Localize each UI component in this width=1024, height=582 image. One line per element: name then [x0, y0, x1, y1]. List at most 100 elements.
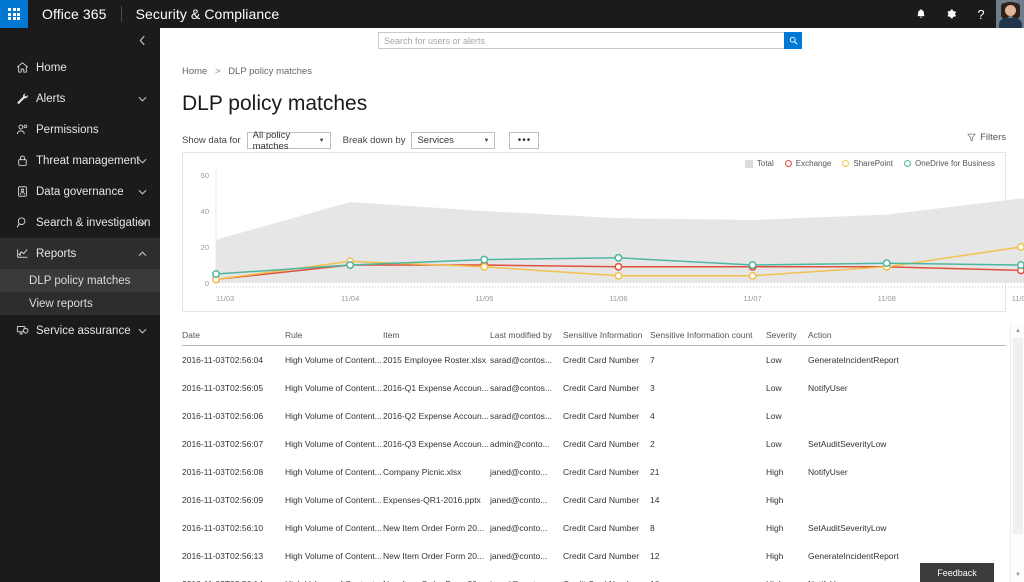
- cell-action: GenerateIncidentReport: [808, 355, 899, 365]
- sidebar-item-service-assurance[interactable]: Service assurance: [0, 315, 160, 346]
- column-header-sensitive-information-count[interactable]: Sensitive Information count: [650, 324, 766, 346]
- cell-sensitive-information-count: 12: [650, 551, 660, 561]
- cell-date: 2016-11-03T02:56:08: [182, 467, 264, 477]
- cell-rule: High Volume of Content...: [285, 383, 382, 393]
- table-row[interactable]: 2016-11-03T02:56:13 High Volume of Conten…: [182, 542, 1006, 570]
- sidebar-subitem-label: DLP policy matches: [29, 274, 131, 287]
- search-input[interactable]: [378, 32, 784, 49]
- break-down-by-select[interactable]: Services ▼: [411, 132, 496, 149]
- cell-date: 2016-11-03T02:56:06: [182, 411, 264, 421]
- cell-action: [808, 486, 1006, 514]
- svg-text:11/07: 11/07: [743, 294, 761, 303]
- svg-text:11/05: 11/05: [475, 294, 493, 303]
- sidebar-item-home[interactable]: Home: [0, 52, 160, 83]
- app-launcher-button[interactable]: [0, 0, 28, 28]
- app-name-label[interactable]: Security & Compliance: [122, 6, 280, 22]
- main-content: Home > DLP policy matches DLP policy mat…: [160, 52, 1024, 582]
- table-row[interactable]: 2016-11-03T02:56:08 High Volume of Conten…: [182, 458, 1006, 486]
- cell-severity: Low: [766, 439, 782, 449]
- table-row[interactable]: 2016-11-03T02:56:06 High Volume of Conten…: [182, 402, 1006, 430]
- table-row[interactable]: 2016-11-03T02:56:07 High Volume of Conten…: [182, 430, 1006, 458]
- sidebar: Home Alerts Permissions Threat managemen…: [0, 28, 160, 582]
- cell-date: 2016-11-03T02:56:10: [182, 523, 264, 533]
- column-header-last-modified-by[interactable]: Last modified by: [490, 324, 563, 346]
- show-data-for-select[interactable]: All policy matches ▼: [246, 130, 331, 152]
- lock-icon: [16, 154, 36, 167]
- sidebar-item-data-governance[interactable]: Data governance: [0, 176, 160, 207]
- svg-text:20: 20: [201, 243, 209, 252]
- sidebar-item-reports[interactable]: Reports: [0, 238, 160, 269]
- scroll-up-button[interactable]: ▲: [1011, 324, 1024, 338]
- column-header-severity[interactable]: Severity: [766, 324, 808, 346]
- cell-sensitive-information-count: 18: [650, 570, 766, 582]
- sidebar-item-search-investigation[interactable]: Search & investigation: [0, 207, 160, 238]
- sidebar-subitem-label: View reports: [29, 297, 93, 310]
- cell-item: Expenses-QR1-2016.pptx: [383, 495, 481, 505]
- more-options-button[interactable]: •••: [509, 132, 540, 149]
- cell-sensitive-information-count: 21: [650, 467, 660, 477]
- cell-sensitive-information-count: 7: [650, 355, 655, 365]
- column-header-rule[interactable]: Rule: [285, 324, 383, 346]
- cell-rule: High Volume of Content...: [285, 570, 383, 582]
- cell-date: 2016-11-03T02:56:09: [182, 495, 264, 505]
- feedback-button[interactable]: Feedback: [920, 563, 994, 582]
- table-vertical-scrollbar[interactable]: ▲ ▼: [1010, 324, 1024, 582]
- cell-item: New Item Order Form 20...: [383, 523, 485, 533]
- cell-sensitive-information: Credit Card Number: [563, 439, 640, 449]
- avatar[interactable]: [996, 0, 1024, 28]
- sidebar-item-permissions[interactable]: Permissions: [0, 114, 160, 145]
- chevron-down-icon: [138, 186, 147, 198]
- cell-action: NotifyUser: [808, 383, 848, 393]
- people-icon: [16, 123, 36, 136]
- search-button[interactable]: [784, 32, 802, 49]
- cell-last-modified-by: admin@conto...: [490, 439, 550, 449]
- alert-wrench-icon: [16, 92, 36, 105]
- cell-severity: Low: [766, 383, 782, 393]
- cell-last-modified-by: janed@conto...: [490, 551, 548, 561]
- cell-rule: High Volume of Content...: [285, 523, 382, 533]
- table-header-row: Date Rule Item Last modified by Sensitiv…: [182, 324, 1006, 346]
- sidebar-collapse-button[interactable]: [0, 28, 160, 52]
- cell-sensitive-information: Credit Card Number: [563, 570, 650, 582]
- settings-button[interactable]: [936, 0, 966, 28]
- notifications-button[interactable]: [906, 0, 936, 28]
- table-row[interactable]: 2016-11-03T02:56:05 High Volume of Conten…: [182, 374, 1006, 402]
- break-down-by-label: Break down by: [342, 135, 406, 146]
- cell-severity: High: [766, 467, 784, 477]
- scroll-down-button[interactable]: ▼: [1011, 568, 1024, 582]
- report-controls: Show data for All policy matches ▼ Break…: [160, 116, 1024, 152]
- cell-last-modified-by: janed@conto...: [490, 467, 548, 477]
- funnel-icon: [967, 133, 976, 142]
- help-button[interactable]: ?: [966, 0, 996, 28]
- sidebar-item-dlp-policy-matches[interactable]: DLP policy matches: [0, 269, 160, 292]
- dlp-chart-card: Total Exchange SharePoint OneDrive for B…: [182, 152, 1024, 312]
- sidebar-item-view-reports[interactable]: View reports: [0, 292, 160, 315]
- office-brand-label[interactable]: Office 365: [28, 6, 121, 22]
- filters-button[interactable]: Filters: [967, 132, 1006, 143]
- table-row[interactable]: 2016-11-03T02:56:09 High Volume of Conten…: [182, 486, 1006, 514]
- column-header-item[interactable]: Item: [383, 324, 490, 346]
- cell-last-modified-by: janed@conto...: [490, 495, 548, 505]
- breadcrumb-separator: >: [214, 66, 221, 77]
- cell-severity: Low: [766, 411, 782, 421]
- sidebar-item-alerts[interactable]: Alerts: [0, 83, 160, 114]
- chevron-down-icon: [138, 217, 147, 229]
- cell-severity: High: [766, 523, 784, 533]
- svg-text:11/06: 11/06: [609, 294, 627, 303]
- table-row[interactable]: 2016-11-03T02:56:04 High Volume of Conten…: [182, 346, 1006, 375]
- sidebar-item-threat-management[interactable]: Threat management: [0, 145, 160, 176]
- column-header-action[interactable]: Action: [808, 324, 1006, 346]
- breadcrumb-home[interactable]: Home: [182, 66, 207, 77]
- scrollbar-thumb[interactable]: [1013, 338, 1023, 534]
- cell-sensitive-information-count: 2: [650, 439, 655, 449]
- column-header-date[interactable]: Date: [182, 324, 285, 346]
- filters-label: Filters: [980, 132, 1006, 143]
- gear-icon: [947, 9, 957, 19]
- column-header-sensitive-information[interactable]: Sensitive Information: [563, 324, 650, 346]
- search-icon: [789, 36, 797, 45]
- table-row[interactable]: 2016-11-03T02:56:10 High Volume of Conten…: [182, 514, 1006, 542]
- breadcrumb: Home > DLP policy matches: [160, 52, 1024, 77]
- cell-date: 2016-11-03T02:56:14: [182, 570, 285, 582]
- bell-icon: [917, 9, 925, 18]
- table-row[interactable]: 2016-11-03T02:56:14High Volume of Conten…: [182, 570, 1006, 582]
